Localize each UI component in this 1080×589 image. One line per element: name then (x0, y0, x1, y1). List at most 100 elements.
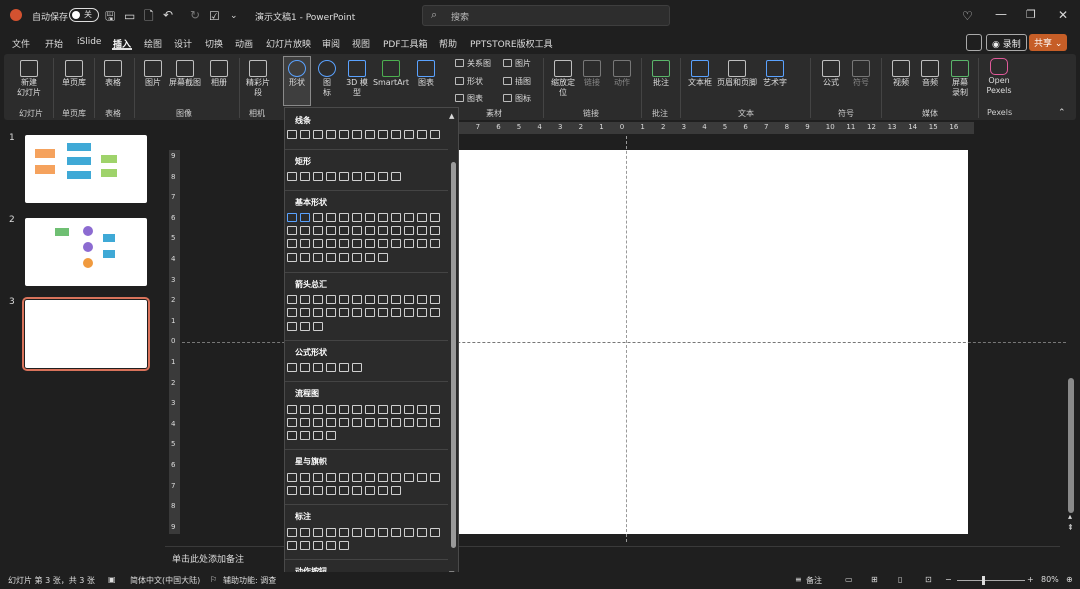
vertical-scrollbar[interactable] (1068, 378, 1074, 513)
shapes-row[interactable] (287, 541, 445, 553)
shapes-row[interactable] (287, 473, 445, 485)
new-file-icon[interactable]: 🗋 (144, 9, 154, 23)
menu-islide[interactable]: iSlide (77, 37, 101, 47)
header-footer-button[interactable]: 页眉和页脚 (714, 60, 760, 88)
smartart-button[interactable]: SmartArt (372, 60, 410, 88)
menu-animations[interactable]: 动画 (235, 37, 253, 50)
image2-button[interactable]: 图片 (503, 58, 531, 69)
shapes-row[interactable] (287, 130, 445, 142)
icons-button[interactable]: 图 标 (316, 60, 338, 98)
lightbulb-icon[interactable]: ♡ (962, 9, 973, 23)
menu-view[interactable]: 视图 (352, 37, 370, 50)
menu-pptstore[interactable]: PPTSTORE版权工具 (470, 37, 553, 50)
menu-file[interactable]: 文件 (12, 37, 30, 50)
shapes-row[interactable] (287, 431, 445, 443)
screen-record-button[interactable]: 屏幕 录制 (946, 60, 974, 98)
previous-slide-icon[interactable]: ⇞ (1067, 521, 1074, 535)
audio-button[interactable]: 音频 (917, 60, 943, 88)
comments-button[interactable] (966, 34, 982, 51)
search-box[interactable]: ⌕ 搜索 (422, 5, 670, 26)
zoom-button[interactable]: 缩放定 位 (548, 60, 578, 98)
video-button[interactable]: 视频 (888, 60, 914, 88)
slide-thumbnail-3[interactable] (22, 297, 150, 371)
3d-model-button[interactable]: 3D 模 型 (343, 60, 371, 98)
comment-button[interactable]: 批注 (648, 60, 674, 88)
shapes-row[interactable] (287, 239, 445, 251)
illustration-button[interactable]: 插图 (503, 76, 531, 87)
save-icon[interactable]: 🖫 (105, 9, 115, 23)
shapes-row[interactable] (287, 486, 445, 498)
wordart-button[interactable]: 艺术字 (761, 60, 789, 88)
link-button[interactable]: 链接 (580, 60, 604, 88)
pexels-button[interactable]: Open Pexels (984, 58, 1014, 96)
icon2-button[interactable]: 图表 (455, 93, 483, 104)
zoom-out-icon[interactable]: − (945, 575, 952, 584)
record-button[interactable]: ◉ 录制 (986, 34, 1027, 51)
zoom-in-icon[interactable]: + (1027, 575, 1034, 584)
shapes-row[interactable] (287, 418, 445, 430)
new-slide-button[interactable]: 新建 幻灯片 (12, 60, 46, 98)
shapes-row[interactable] (287, 363, 445, 375)
slide-sorter-icon[interactable]: ⊞ (871, 575, 878, 584)
shapes-row[interactable] (287, 226, 445, 238)
single-page-button[interactable]: 单页库 (58, 60, 90, 88)
shapes-button[interactable]: 形状 (283, 56, 311, 106)
menu-slideshow[interactable]: 幻灯片放映 (266, 37, 311, 50)
slide-thumbnail-1[interactable] (25, 135, 147, 203)
undo-icon[interactable]: ↶ (163, 8, 173, 22)
touch-mode-icon[interactable]: ☑ (209, 9, 220, 23)
menu-draw[interactable]: 绘图 (144, 37, 162, 50)
shapes-row[interactable] (287, 253, 445, 265)
icon3-button[interactable]: 图标 (503, 93, 531, 104)
zoom-slider[interactable] (957, 580, 1025, 581)
normal-view-icon[interactable]: ▭ (845, 575, 853, 584)
equation-button[interactable]: 公式 (818, 60, 844, 88)
shapes-row[interactable] (287, 295, 445, 307)
symbol-button[interactable]: 符号 (848, 60, 874, 88)
shapes-row[interactable] (287, 528, 445, 540)
notes-toggle[interactable]: 备注 (806, 575, 822, 586)
autosave-toggle[interactable]: 关 (69, 8, 99, 22)
zoom-slider-thumb[interactable] (982, 576, 985, 585)
menu-transitions[interactable]: 切换 (205, 37, 223, 50)
table-button[interactable]: 表格 (99, 60, 127, 88)
shapes-row[interactable] (287, 213, 445, 225)
menu-pdf-tools[interactable]: PDF工具箱 (383, 37, 428, 50)
picture-button[interactable]: 图片 (140, 60, 166, 88)
menu-design[interactable]: 设计 (174, 37, 192, 50)
fit-to-window-icon[interactable]: ⊕ (1066, 575, 1073, 584)
menu-home[interactable]: 开始 (45, 37, 63, 50)
scroll-up-arrow-icon[interactable]: ▲ (449, 109, 454, 123)
share-button[interactable]: 共享 ⌄ (1029, 34, 1068, 51)
restore-icon[interactable]: ❐ (1026, 8, 1036, 22)
shapes-row[interactable] (287, 405, 445, 417)
redo-icon[interactable]: ↻ (190, 8, 200, 22)
shape2-button[interactable]: 形状 (455, 76, 483, 87)
slide-thumbnail-2[interactable] (25, 218, 147, 286)
notes-icon[interactable]: ≡ (795, 575, 802, 584)
chart-button[interactable]: 图表 (414, 60, 438, 88)
collapse-ribbon-icon[interactable]: ⌃ (1058, 106, 1066, 120)
slideshow-view-icon[interactable]: ⊡ (925, 575, 932, 584)
shapes-row[interactable] (287, 172, 445, 184)
action-button[interactable]: 动作 (610, 60, 634, 88)
minimize-icon[interactable]: — (995, 7, 1007, 21)
language-status[interactable]: 简体中文(中国大陆) (130, 575, 200, 586)
screenshot-button[interactable]: 屏幕截图 (168, 60, 202, 88)
album-button[interactable]: 相册 (206, 60, 232, 88)
relation-button[interactable]: 关系图 (455, 58, 491, 69)
dropdown-scrollbar-thumb[interactable] (451, 162, 456, 548)
shapes-row[interactable] (287, 308, 445, 320)
reading-view-icon[interactable]: ▯ (898, 575, 902, 584)
spellcheck-icon[interactable]: ▣ (108, 575, 116, 584)
slice-button[interactable]: 精彩片 段 (244, 60, 272, 98)
shapes-row[interactable] (287, 322, 445, 334)
customize-toolbar-icon[interactable]: ⌄ (230, 9, 238, 23)
accessibility-status[interactable]: 辅助功能: 调查 (223, 575, 276, 586)
zoom-level[interactable]: 80% (1041, 575, 1059, 584)
textbox-button[interactable]: 文本框 (686, 60, 714, 88)
accessibility-icon[interactable]: ⚐ (210, 575, 217, 584)
close-icon[interactable]: ✕ (1058, 8, 1068, 22)
menu-review[interactable]: 审阅 (322, 37, 340, 50)
menu-help[interactable]: 帮助 (439, 37, 457, 50)
